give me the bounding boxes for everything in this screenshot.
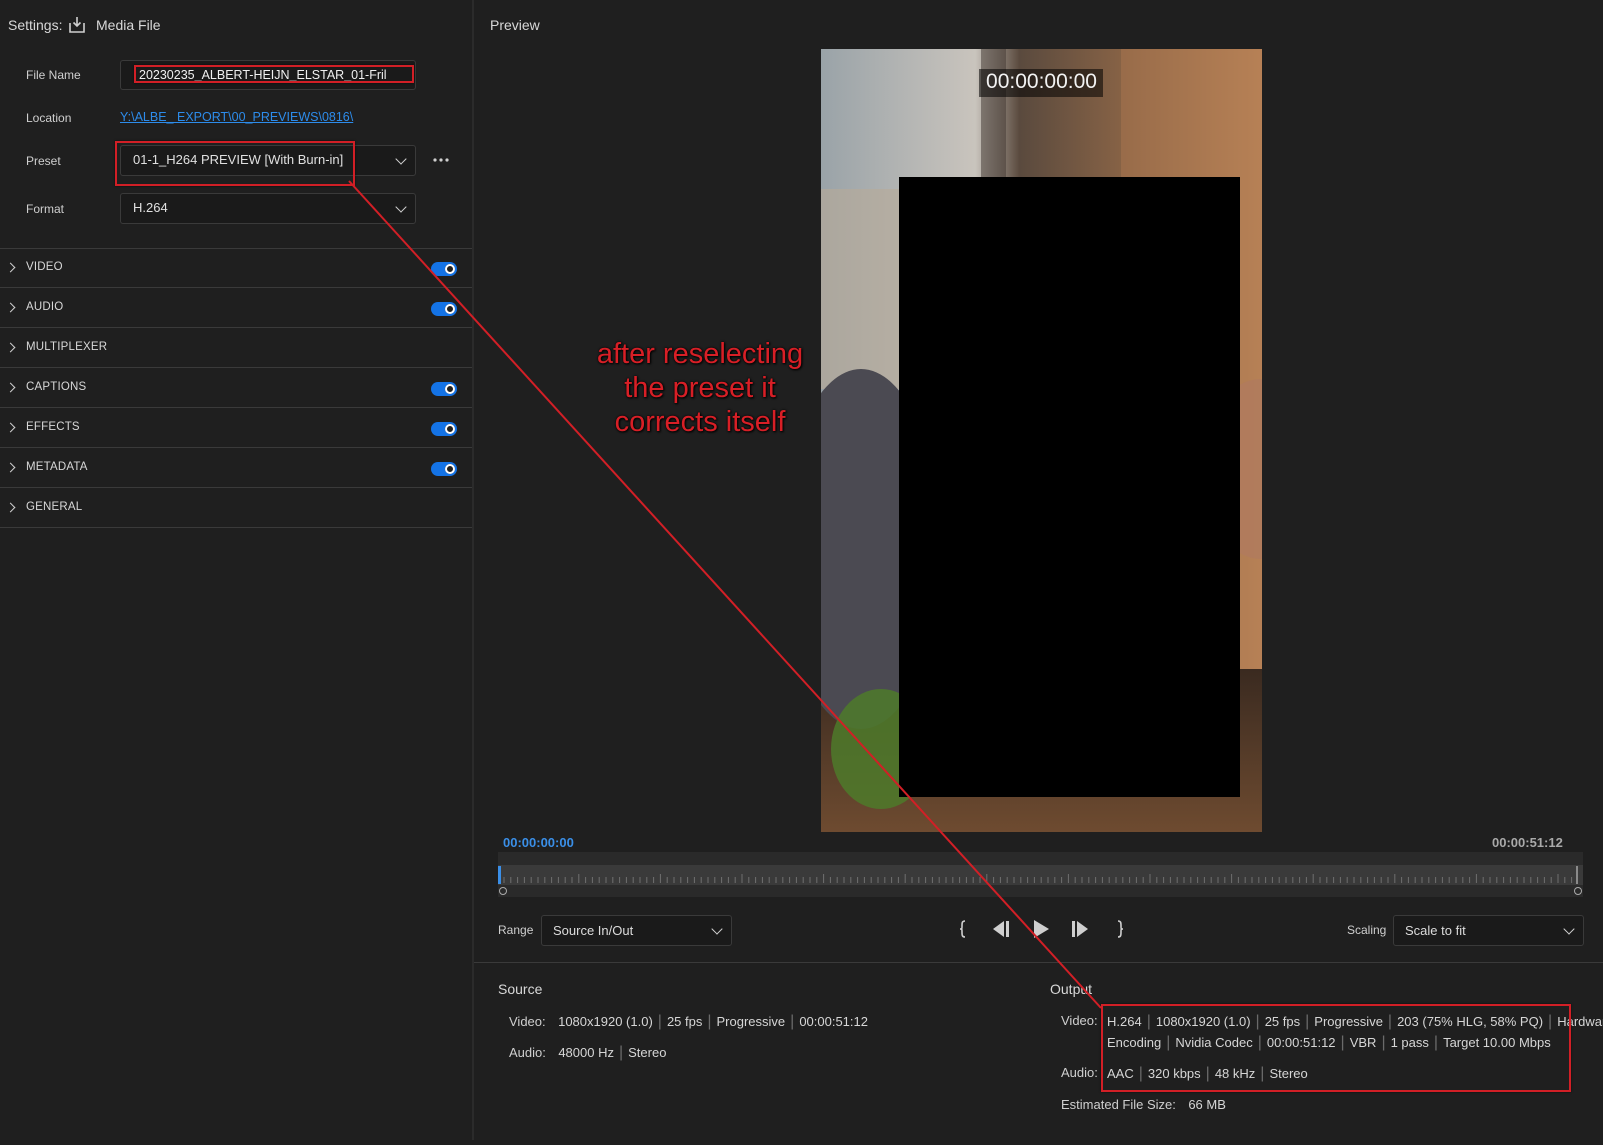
out-point-handle[interactable] (1574, 887, 1582, 895)
media-file-icon[interactable] (68, 16, 86, 39)
annotation-text: after reselecting the preset it corrects… (560, 337, 840, 439)
timeline[interactable] (498, 852, 1583, 897)
annotation-line-1: after reselecting (596, 338, 804, 370)
divider (474, 962, 1603, 963)
chevron-down-icon (1563, 923, 1575, 935)
export-settings-panel: Settings: Media File File Name 20230235_… (0, 0, 474, 1140)
section-title: METADATA (26, 461, 88, 473)
range-value: Source In/Out (553, 923, 634, 938)
section-effects[interactable]: EFFECTS (0, 409, 472, 448)
chevron-right-icon (5, 262, 16, 273)
preset-label: Preset (26, 154, 61, 168)
in-point-handle[interactable] (499, 887, 507, 895)
step-forward-icon[interactable] (1069, 919, 1091, 944)
chevron-right-icon (5, 302, 16, 313)
chevron-right-icon (5, 502, 16, 513)
source-video-resolution: 1080x1920 (1.0) (558, 1014, 653, 1029)
source-video-row: Video: 1080x1920 (1.0) | 25 fps | Progressiv… (509, 1013, 868, 1030)
media-file-label: Media File (96, 17, 161, 33)
range-label: Range (498, 923, 534, 937)
source-audio-rate: 48000 Hz (558, 1045, 614, 1060)
file-name-highlight (134, 65, 414, 83)
output-highlight (1101, 1004, 1571, 1092)
set-out-point-icon[interactable] (1114, 918, 1126, 945)
source-audio-label: Audio: (509, 1045, 546, 1060)
play-icon[interactable] (1032, 919, 1050, 944)
format-value: H.264 (133, 200, 168, 215)
audio-toggle[interactable] (431, 302, 457, 316)
estimated-file-size: Estimated File Size: 66 MB (1061, 1096, 1226, 1114)
video-toggle[interactable] (431, 262, 457, 276)
annotation-line-2: the preset it (624, 372, 776, 404)
section-captions[interactable]: CAPTIONS (0, 369, 472, 408)
preset-highlight (115, 141, 355, 186)
source-title: Source (498, 981, 543, 997)
more-options-icon[interactable] (432, 151, 450, 174)
out-marker[interactable] (1576, 866, 1578, 884)
redacted-area (899, 177, 1240, 797)
captions-toggle[interactable] (431, 382, 457, 396)
section-title: AUDIO (26, 301, 64, 313)
effects-toggle[interactable] (431, 422, 457, 436)
playhead[interactable] (498, 866, 501, 884)
source-video-duration: 00:00:51:12 (799, 1014, 868, 1029)
chevron-down-icon (395, 201, 407, 213)
timeline-ticks (503, 874, 1573, 883)
chevron-right-icon (5, 462, 16, 473)
preview-title: Preview (490, 17, 540, 33)
step-back-icon[interactable] (990, 919, 1012, 944)
chevron-down-icon (711, 923, 723, 935)
section-title: VIDEO (26, 261, 63, 273)
section-title: MULTIPLEXER (26, 341, 108, 353)
section-multiplexer[interactable]: MULTIPLEXER (0, 329, 472, 368)
section-video[interactable]: VIDEO (0, 249, 472, 288)
source-audio-channels: Stereo (628, 1045, 667, 1060)
chevron-right-icon (5, 382, 16, 393)
chevron-right-icon (5, 422, 16, 433)
scaling-label: Scaling (1347, 923, 1387, 937)
section-metadata[interactable]: METADATA (0, 449, 472, 488)
section-title: GENERAL (26, 501, 83, 513)
source-audio-row: Audio: 48000 Hz | Stereo (509, 1044, 667, 1061)
section-general[interactable]: GENERAL (0, 489, 472, 528)
location-link[interactable]: Y:\ALBE_ EXPORT\00_PREVIEWS\0816\ (120, 110, 353, 124)
file-size-label: Estimated File Size: (1061, 1097, 1176, 1112)
scaling-dropdown[interactable]: Scale to fit (1393, 915, 1584, 946)
output-audio-label: Audio: (1061, 1065, 1098, 1080)
range-dropdown[interactable]: Source In/Out (541, 915, 732, 946)
section-title: CAPTIONS (26, 381, 87, 393)
set-in-point-icon[interactable] (957, 918, 969, 945)
format-dropdown[interactable]: H.264 (120, 193, 416, 224)
output-title: Output (1050, 981, 1093, 997)
end-timecode: 00:00:51:12 (1492, 835, 1563, 850)
source-video-fps: 25 fps (666, 1014, 703, 1029)
output-video-label: Video: (1061, 1013, 1098, 1028)
section-title: EFFECTS (26, 421, 80, 433)
file-size-value: 66 MB (1188, 1097, 1226, 1112)
burn-in-timecode: 00:00:00:00 (986, 70, 1097, 93)
annotation-line-3: corrects itself (614, 406, 786, 438)
format-label: Format (26, 202, 65, 216)
settings-label: Settings: (8, 17, 63, 33)
location-label: Location (26, 111, 72, 125)
chevron-down-icon (395, 153, 407, 165)
scaling-value: Scale to fit (1405, 923, 1466, 938)
source-video-label: Video: (509, 1014, 546, 1029)
source-video-scan: Progressive (716, 1014, 786, 1029)
chevron-right-icon (5, 342, 16, 353)
section-audio[interactable]: AUDIO (0, 289, 472, 328)
preview-frame: 00:00:00:00 (821, 49, 1262, 832)
current-timecode[interactable]: 00:00:00:00 (503, 835, 574, 850)
metadata-toggle[interactable] (431, 462, 457, 476)
file-name-label: File Name (26, 68, 81, 82)
